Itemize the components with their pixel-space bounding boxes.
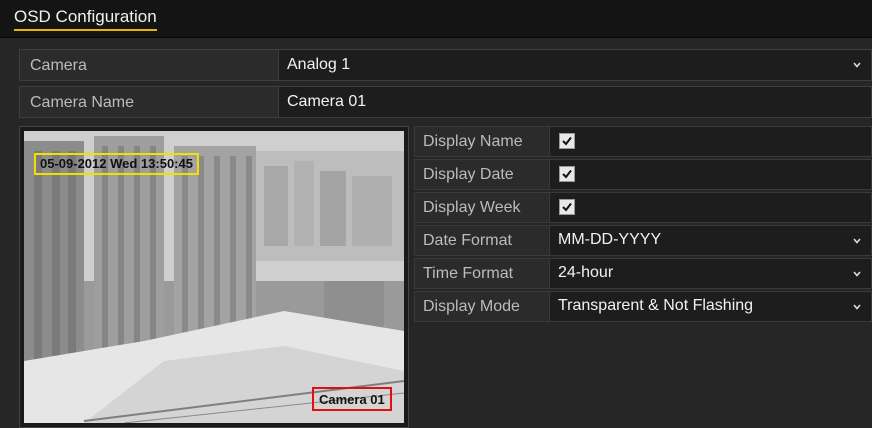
- checkmark-icon: [562, 136, 572, 146]
- chevron-down-icon: [853, 234, 861, 248]
- date-format-label: Date Format: [423, 232, 512, 249]
- time-format-value: 24-hour: [558, 264, 614, 281]
- display-name-checkbox[interactable]: [559, 133, 575, 149]
- chevron-down-icon: [853, 267, 861, 281]
- display-name-row: Display Name: [414, 126, 872, 157]
- camera-name-label: Camera Name: [30, 94, 135, 111]
- page-title: OSD Configuration: [14, 7, 157, 31]
- time-format-label: Time Format: [423, 265, 514, 282]
- chevron-down-icon: [853, 300, 861, 314]
- camera-row: Camera Analog 1: [19, 49, 872, 81]
- camera-name-row: Camera Name Camera 01: [19, 86, 872, 118]
- date-format-select[interactable]: MM-DD-YYYY: [549, 226, 871, 255]
- display-week-row: Display Week: [414, 192, 872, 223]
- time-format-row: Time Format 24-hour: [414, 258, 872, 289]
- checkmark-icon: [562, 169, 572, 179]
- display-week-label: Display Week: [423, 199, 521, 216]
- display-mode-value: Transparent & Not Flashing: [558, 297, 754, 314]
- display-date-row: Display Date: [414, 159, 872, 190]
- display-mode-label: Display Mode: [423, 298, 520, 315]
- camera-name-value: Camera 01: [287, 93, 367, 110]
- osd-date-overlay[interactable]: 05-09-2012 Wed 13:50:45: [34, 153, 199, 175]
- camera-value: Analog 1: [287, 56, 351, 73]
- display-week-checkbox[interactable]: [559, 199, 575, 215]
- title-bar: OSD Configuration: [0, 0, 872, 38]
- date-format-value: MM-DD-YYYY: [558, 231, 662, 248]
- display-mode-row: Display Mode Transparent & Not Flashing: [414, 291, 872, 322]
- video-preview[interactable]: 05-09-2012 Wed 13:50:45 Camera 01: [19, 126, 409, 428]
- camera-select[interactable]: Analog 1: [278, 50, 871, 80]
- display-date-label: Display Date: [423, 166, 514, 183]
- checkmark-icon: [562, 202, 572, 212]
- osd-settings-panel: Display Name Display Date Display Week D…: [414, 126, 872, 324]
- display-name-label: Display Name: [423, 133, 523, 150]
- display-mode-select[interactable]: Transparent & Not Flashing: [549, 292, 871, 321]
- camera-label: Camera: [30, 57, 87, 74]
- time-format-select[interactable]: 24-hour: [549, 259, 871, 288]
- date-format-row: Date Format MM-DD-YYYY: [414, 225, 872, 256]
- chevron-down-icon: [853, 58, 861, 72]
- camera-name-field[interactable]: Camera 01: [278, 87, 871, 117]
- osd-camera-name-overlay[interactable]: Camera 01: [312, 387, 392, 411]
- display-date-checkbox[interactable]: [559, 166, 575, 182]
